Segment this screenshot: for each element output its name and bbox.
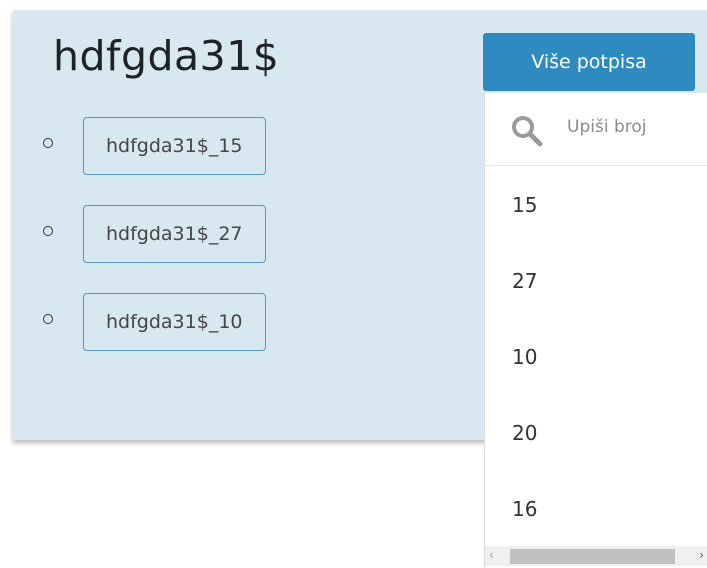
bullet-icon	[43, 314, 53, 324]
horizontal-scrollbar[interactable]: ‹ ›	[485, 546, 707, 566]
scroll-left-arrow-icon[interactable]: ‹	[489, 548, 494, 562]
more-signatures-button[interactable]: Više potpisa	[483, 33, 695, 91]
search-icon	[512, 116, 543, 147]
scrollbar-thumb[interactable]	[510, 549, 675, 564]
bullet-icon	[43, 226, 53, 236]
signature-chip[interactable]: hdfgda31$_27	[83, 205, 266, 263]
list-item: hdfgda31$_27	[43, 205, 343, 265]
dropdown-option[interactable]: 27	[512, 269, 537, 293]
number-dropdown: Upiši broj 15 27 10 20 16 ‹ ›	[484, 93, 707, 568]
dropdown-option[interactable]: 16	[512, 497, 537, 521]
list-item: hdfgda31$_15	[43, 117, 343, 177]
bullet-icon	[43, 138, 53, 148]
dropdown-option[interactable]: 20	[512, 421, 537, 445]
dropdown-option[interactable]: 15	[512, 193, 537, 217]
search-placeholder: Upiši broj	[567, 117, 647, 137]
page-title: hdfgda31$	[53, 32, 280, 80]
search-input[interactable]: Upiši broj	[485, 93, 707, 166]
scroll-right-arrow-icon[interactable]: ›	[699, 548, 704, 562]
list-item: hdfgda31$_10	[43, 293, 343, 353]
signature-chip[interactable]: hdfgda31$_15	[83, 117, 266, 175]
signature-chip[interactable]: hdfgda31$_10	[83, 293, 266, 351]
dropdown-option[interactable]: 10	[512, 345, 537, 369]
